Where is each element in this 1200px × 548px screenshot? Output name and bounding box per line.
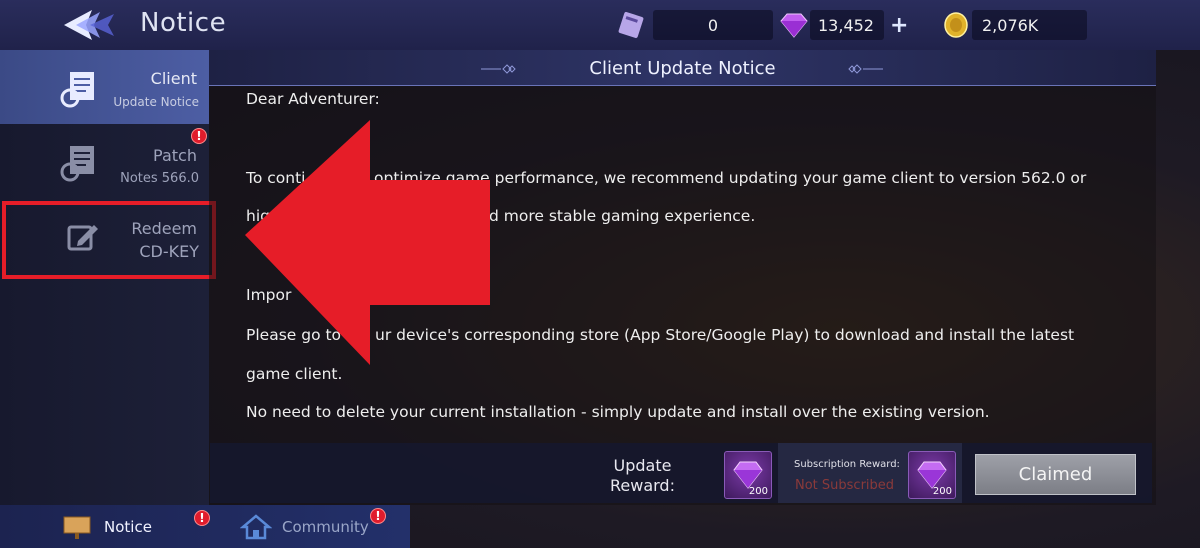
coin-count: 2,076K [972, 10, 1087, 40]
nav-tab-label: Community [282, 517, 369, 536]
reward-label-line: Reward: [610, 476, 675, 495]
paragraph-text: d more stable gaming experience. [489, 207, 756, 225]
sidebar-item-label: Client [150, 69, 197, 88]
greeting-text: Dear Adventurer: [246, 90, 380, 108]
ticket-icon [618, 11, 644, 39]
update-reward-item[interactable]: 200 [724, 451, 772, 499]
subscription-reward-label: Subscription Reward: [794, 459, 900, 470]
sidebar-item-patch-notes[interactable]: Patch Notes 566.0 ! [0, 124, 209, 198]
redeem-highlight-box [2, 201, 216, 279]
ornament-icon [848, 64, 883, 74]
nav-tab-community[interactable]: Community [240, 505, 369, 548]
diamond-counter: 13,452 + [778, 8, 908, 42]
bottom-nav: Notice ! Community ! [0, 505, 410, 548]
document-refresh-icon [60, 72, 94, 108]
diamond-count: 13,452 [810, 10, 884, 40]
notice-board-icon [63, 516, 91, 539]
home-icon [240, 513, 272, 539]
document-refresh-icon [60, 146, 94, 182]
subscription-status: Not Subscribed [795, 478, 895, 493]
reward-quantity: 200 [932, 486, 952, 497]
reward-label-line: Update [613, 456, 672, 475]
back-arrow-icon [64, 10, 114, 40]
coin-counter: 2,076K [940, 8, 1087, 42]
notification-badge: ! [194, 510, 210, 526]
sidebar-item-client-update-notice[interactable]: Client Update Notice [0, 50, 209, 124]
coin-icon [944, 12, 968, 38]
panel-header: Client Update Notice [209, 50, 1156, 86]
sidebar-item-sublabel: Update Notice [113, 95, 199, 109]
page-title: Notice [140, 8, 227, 38]
nav-tab-label: Notice [104, 517, 152, 536]
ticket-counter: 0 [615, 8, 773, 42]
paragraph-text: No need to delete your current installat… [246, 403, 990, 421]
sidebar-item-sublabel: Notes 566.0 [120, 171, 199, 186]
sidebar-item-label: Patch [153, 146, 197, 165]
top-bar: Notice 0 13,452 + 2,076K [0, 0, 1200, 50]
diamond-icon [780, 13, 808, 38]
subscription-reward-item[interactable]: 200 [908, 451, 956, 499]
notification-badge: ! [370, 508, 386, 524]
reward-bar: Update Reward: 200 Subscription Reward: … [210, 443, 1152, 503]
notification-badge: ! [191, 128, 207, 144]
reward-quantity: 200 [748, 486, 768, 497]
update-reward-label: Update Reward: [610, 456, 675, 496]
back-button[interactable] [62, 6, 122, 44]
red-arrow-icon [245, 120, 490, 365]
nav-tab-notice[interactable]: Notice [62, 505, 152, 548]
add-diamonds-button[interactable]: + [890, 13, 908, 38]
ticket-count: 0 [653, 10, 773, 40]
panel-title: Client Update Notice [589, 58, 776, 79]
claimed-button[interactable]: Claimed [975, 454, 1136, 495]
